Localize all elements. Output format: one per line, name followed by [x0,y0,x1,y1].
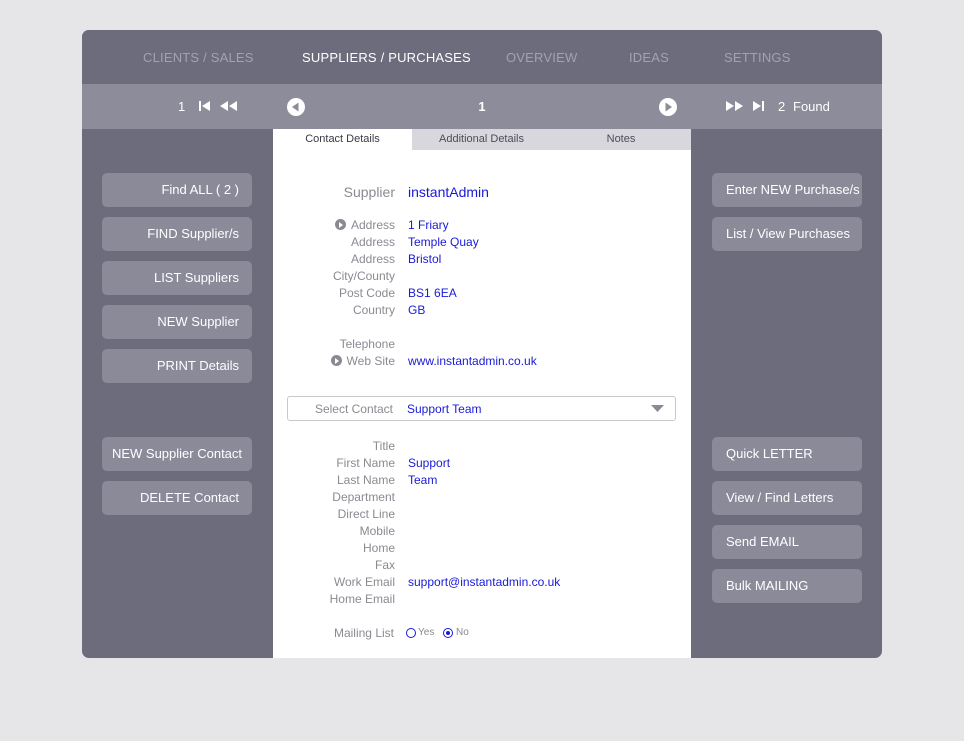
go-arrow-icon[interactable] [330,355,342,366]
send-email-button[interactable]: Send EMAIL [712,525,862,559]
first-name-value[interactable]: Support [408,456,450,470]
go-arrow-icon[interactable] [334,219,346,230]
new-supplier-button[interactable]: NEW Supplier [102,305,252,339]
post-code-value[interactable]: BS1 6EA [408,286,457,300]
last-record-icon[interactable] [752,100,766,112]
mobile-label: Mobile [359,524,395,538]
panel-record-number: 1 [478,99,486,114]
website-value[interactable]: www.instantadmin.co.uk [408,354,537,368]
chevron-down-icon [651,405,664,412]
tab-contact-details[interactable]: Contact Details [273,129,412,150]
delete-contact-button[interactable]: DELETE Contact [102,481,252,515]
print-details-button[interactable]: PRINT Details [102,349,252,383]
record-panel: 1 Contact Details Additional Details Not… [273,84,691,658]
post-code-label: Post Code [338,286,395,300]
last-name-value[interactable]: Team [408,473,437,487]
home-label: Home [362,541,395,555]
select-contact-label: Select Contact [314,402,393,416]
bulk-mailing-button[interactable]: Bulk MAILING [712,569,862,603]
list-view-purchases-button[interactable]: List / View Purchases [712,217,862,251]
next-circle-icon[interactable] [659,98,677,116]
panel-header: 1 [273,84,691,129]
quick-letter-button[interactable]: Quick LETTER [712,437,862,471]
tab-suppliers-purchases[interactable]: SUPPLIERS / PURCHASES [302,50,471,65]
address3-label: Address [350,252,395,266]
tab-notes[interactable]: Notes [551,129,691,150]
mailing-no-radio[interactable] [443,628,453,638]
find-supplier-button[interactable]: FIND Supplier/s [102,217,252,251]
view-find-letters-button[interactable]: View / Find Letters [712,481,862,515]
tab-additional-details[interactable]: Additional Details [412,129,551,150]
supplier-label: Supplier [343,184,395,200]
fax-label: Fax [374,558,395,572]
tab-overview[interactable]: OVERVIEW [506,50,577,65]
direct-line-label: Direct Line [337,507,395,521]
mailing-no-label: No [456,627,469,638]
first-record-icon[interactable] [198,100,212,112]
select-contact-value: Support Team [407,402,482,416]
country-label: Country [352,303,395,317]
tab-clients-sales[interactable]: CLIENTS / SALES [143,50,254,65]
mailing-yes-label: Yes [418,627,435,638]
first-name-label: First Name [336,456,395,470]
mailing-list-label: Mailing List [333,626,394,640]
city-county-label: City/County [332,269,395,283]
address3-value[interactable]: Bristol [408,252,441,266]
list-suppliers-button[interactable]: LIST Suppliers [102,261,252,295]
work-email-value[interactable]: support@instantadmin.co.uk [408,575,560,589]
country-value[interactable]: GB [408,303,425,317]
department-label: Department [332,490,395,504]
found-count: 2 [778,99,786,114]
address2-value[interactable]: Temple Quay [408,235,479,249]
home-email-label: Home Email [329,592,395,606]
find-all-button[interactable]: Find ALL ( 2 ) [102,173,252,207]
previous-record-icon[interactable] [219,100,239,112]
telephone-label: Telephone [339,337,395,351]
mailing-yes-radio[interactable] [406,628,416,638]
next-record-icon[interactable] [725,100,745,112]
last-name-label: Last Name [336,473,395,487]
new-supplier-contact-button[interactable]: NEW Supplier Contact [102,437,252,471]
select-contact-dropdown[interactable]: Select Contact Support Team [287,396,676,421]
tab-settings[interactable]: SETTINGS [724,50,791,65]
found-label: Found [793,99,830,114]
work-email-label: Work Email [333,575,395,589]
address1-value[interactable]: 1 Friary [408,218,449,232]
top-navigation: CLIENTS / SALES SUPPLIERS / PURCHASES OV… [82,30,882,84]
current-record-number: 1 [178,99,186,114]
enter-new-purchase-button[interactable]: Enter NEW Purchase/s [712,173,862,207]
address2-label: Address [350,235,395,249]
tab-ideas[interactable]: IDEAS [629,50,669,65]
website-label[interactable]: Web Site [330,354,395,368]
panel-tabs: Contact Details Additional Details Notes [273,129,691,150]
address1-label[interactable]: Address [334,218,395,232]
supplier-value[interactable]: instantAdmin [408,184,489,200]
title-label: Title [372,439,395,453]
